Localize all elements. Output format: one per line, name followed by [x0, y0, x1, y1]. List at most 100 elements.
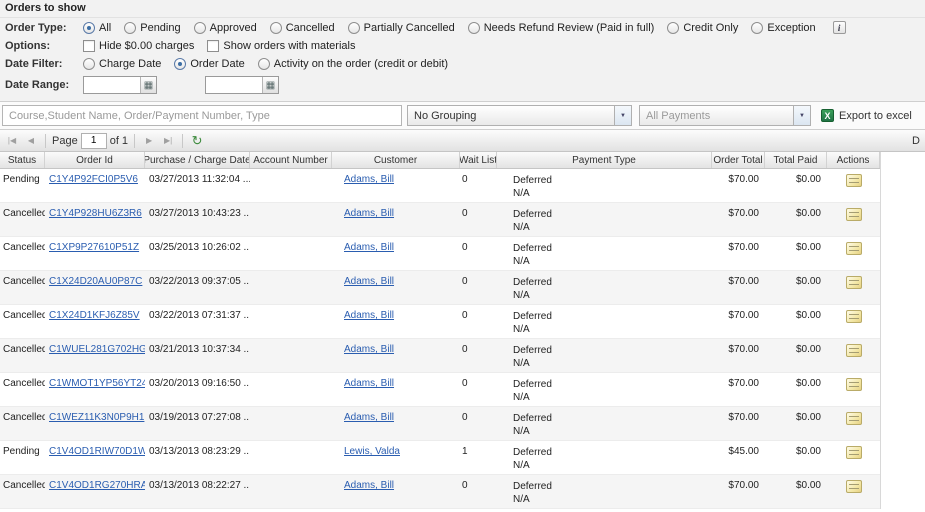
- chevron-down-icon: ▼: [793, 106, 810, 125]
- customer-link[interactable]: Adams, Bill: [344, 208, 394, 219]
- options-label: Options:: [5, 40, 83, 52]
- edit-note-icon[interactable]: [846, 310, 862, 323]
- column-header-account-number[interactable]: Account Number: [250, 152, 332, 168]
- checkbox-option-hide-0-00-charges[interactable]: Hide $0.00 charges: [83, 40, 194, 52]
- last-page-button[interactable]: ▶|: [160, 133, 176, 149]
- column-header-total-paid[interactable]: Total Paid: [765, 152, 827, 168]
- cell-customer: Adams, Bill: [332, 475, 460, 508]
- order-id-link[interactable]: C1X24D20AU0P87C: [49, 276, 142, 287]
- next-page-button[interactable]: ▶: [141, 133, 157, 149]
- edit-note-icon[interactable]: [846, 446, 862, 459]
- cell-wait-list: 0: [460, 169, 497, 202]
- column-header-wait-list[interactable]: Wait List: [460, 152, 497, 168]
- checkbox-option-show-orders-with-materials[interactable]: Show orders with materials: [207, 40, 355, 52]
- checkbox-label: Hide $0.00 charges: [99, 40, 194, 52]
- refresh-icon[interactable]: ↻: [189, 133, 205, 149]
- order-id-link[interactable]: C1WMOT1YP56YT24: [49, 378, 145, 389]
- cell-payment: DeferredN/A: [497, 339, 712, 372]
- customer-link[interactable]: Adams, Bill: [344, 242, 394, 253]
- info-icon[interactable]: i: [833, 21, 846, 34]
- export-label: Export to excel: [839, 110, 912, 122]
- cell-payment: DeferredN/A: [497, 441, 712, 474]
- column-header-purchase-charge-date[interactable]: Purchase / Charge Date: [145, 152, 250, 168]
- cell-wait-list: 0: [460, 373, 497, 406]
- column-header-status[interactable]: Status: [0, 152, 45, 168]
- cell-purchase-date: 03/21/2013 10:37:34 ...: [145, 339, 250, 372]
- order-id-link[interactable]: C1V4OD1RG270HRA: [49, 480, 145, 491]
- grouping-select[interactable]: No Grouping ▼: [407, 105, 632, 126]
- cell-actions: [827, 169, 880, 202]
- chevron-down-icon: ▼: [614, 106, 631, 125]
- customer-link[interactable]: Adams, Bill: [344, 174, 394, 185]
- first-page-button[interactable]: |◀: [4, 133, 20, 149]
- date-from-input[interactable]: [84, 77, 140, 93]
- search-input[interactable]: [2, 105, 402, 126]
- edit-note-icon[interactable]: [846, 344, 862, 357]
- customer-link[interactable]: Lewis, Valda: [344, 446, 400, 457]
- customer-link[interactable]: Adams, Bill: [344, 480, 394, 491]
- edit-note-icon[interactable]: [846, 242, 862, 255]
- order-id-link[interactable]: C1XP9P27610P51Z: [49, 242, 139, 253]
- edit-note-icon[interactable]: [846, 412, 862, 425]
- edit-note-icon[interactable]: [846, 276, 862, 289]
- cell-order-total: $70.00: [712, 169, 765, 202]
- cell-customer: Lewis, Valda: [332, 441, 460, 474]
- order-id-link[interactable]: C1X24D1KFJ6Z85V: [49, 310, 140, 321]
- radio-option-needs-refund-review-paid-in-full[interactable]: Needs Refund Review (Paid in full): [468, 22, 655, 34]
- date-to-input[interactable]: [206, 77, 262, 93]
- order-id-link[interactable]: C1Y4P928HU6Z3R6: [49, 208, 142, 219]
- column-header-payment-type[interactable]: Payment Type: [497, 152, 712, 168]
- calendar-icon[interactable]: ▦: [262, 77, 278, 93]
- column-header-actions[interactable]: Actions: [827, 152, 880, 168]
- cell-order-total: $70.00: [712, 339, 765, 372]
- payment-type-line1: Deferred: [513, 242, 708, 255]
- radio-option-exception[interactable]: Exception: [751, 22, 815, 34]
- radio-option-order-date[interactable]: Order Date: [174, 58, 244, 70]
- edit-note-icon[interactable]: [846, 480, 862, 493]
- cell-order-total: $70.00: [712, 237, 765, 270]
- radio-option-charge-date[interactable]: Charge Date: [83, 58, 161, 70]
- page-number-input[interactable]: [81, 133, 107, 149]
- radio-label: Order Date: [190, 58, 244, 70]
- payments-select[interactable]: All Payments ▼: [639, 105, 811, 126]
- customer-link[interactable]: Adams, Bill: [344, 378, 394, 389]
- order-type-label: Order Type:: [5, 22, 83, 34]
- edit-note-icon[interactable]: [846, 174, 862, 187]
- cell-account-number: [250, 441, 332, 474]
- radio-option-all[interactable]: All: [83, 22, 111, 34]
- edit-note-icon[interactable]: [846, 378, 862, 391]
- radio-option-activity-on-the-order-credit-or-debit[interactable]: Activity on the order (credit or debit): [258, 58, 448, 70]
- cell-account-number: [250, 237, 332, 270]
- date-range-fields: ▦ ▦: [83, 76, 279, 94]
- date-filter-row: Date Filter: Charge DateOrder DateActivi…: [0, 55, 925, 73]
- cell-order-total: $70.00: [712, 475, 765, 508]
- customer-link[interactable]: Adams, Bill: [344, 412, 394, 423]
- cell-order-id: C1Y4P92FCI0P5V6: [45, 169, 145, 202]
- cell-status: Pending: [0, 441, 45, 474]
- table-row: CancelledC1V4OD1RG270HRA03/13/2013 08:22…: [0, 475, 880, 509]
- prev-page-button[interactable]: ◀: [23, 133, 39, 149]
- calendar-icon[interactable]: ▦: [140, 77, 156, 93]
- radio-option-approved[interactable]: Approved: [194, 22, 257, 34]
- customer-link[interactable]: Adams, Bill: [344, 276, 394, 287]
- customer-link[interactable]: Adams, Bill: [344, 310, 394, 321]
- column-header-order-total[interactable]: Order Total: [712, 152, 765, 168]
- radio-option-cancelled[interactable]: Cancelled: [270, 22, 335, 34]
- cell-order-id: C1V4OD1RG270HRA: [45, 475, 145, 508]
- order-id-link[interactable]: C1WUEL281G702HG: [49, 344, 145, 355]
- cell-purchase-date: 03/13/2013 08:22:27 ...: [145, 475, 250, 508]
- radio-option-credit-only[interactable]: Credit Only: [667, 22, 738, 34]
- order-id-link[interactable]: C1WEZ11K3N0P9H1: [49, 412, 144, 423]
- edit-note-icon[interactable]: [846, 208, 862, 221]
- column-header-order-id[interactable]: Order Id: [45, 152, 145, 168]
- order-id-link[interactable]: C1V4OD1RIW70D1W: [49, 446, 145, 457]
- radio-option-pending[interactable]: Pending: [124, 22, 180, 34]
- cell-wait-list: 0: [460, 271, 497, 304]
- customer-link[interactable]: Adams, Bill: [344, 344, 394, 355]
- cell-payment: DeferredN/A: [497, 271, 712, 304]
- column-header-customer[interactable]: Customer: [332, 152, 460, 168]
- export-to-excel-button[interactable]: X Export to excel: [821, 109, 912, 122]
- radio-option-partially-cancelled[interactable]: Partially Cancelled: [348, 22, 455, 34]
- order-id-link[interactable]: C1Y4P92FCI0P5V6: [49, 174, 138, 185]
- cell-customer: Adams, Bill: [332, 407, 460, 440]
